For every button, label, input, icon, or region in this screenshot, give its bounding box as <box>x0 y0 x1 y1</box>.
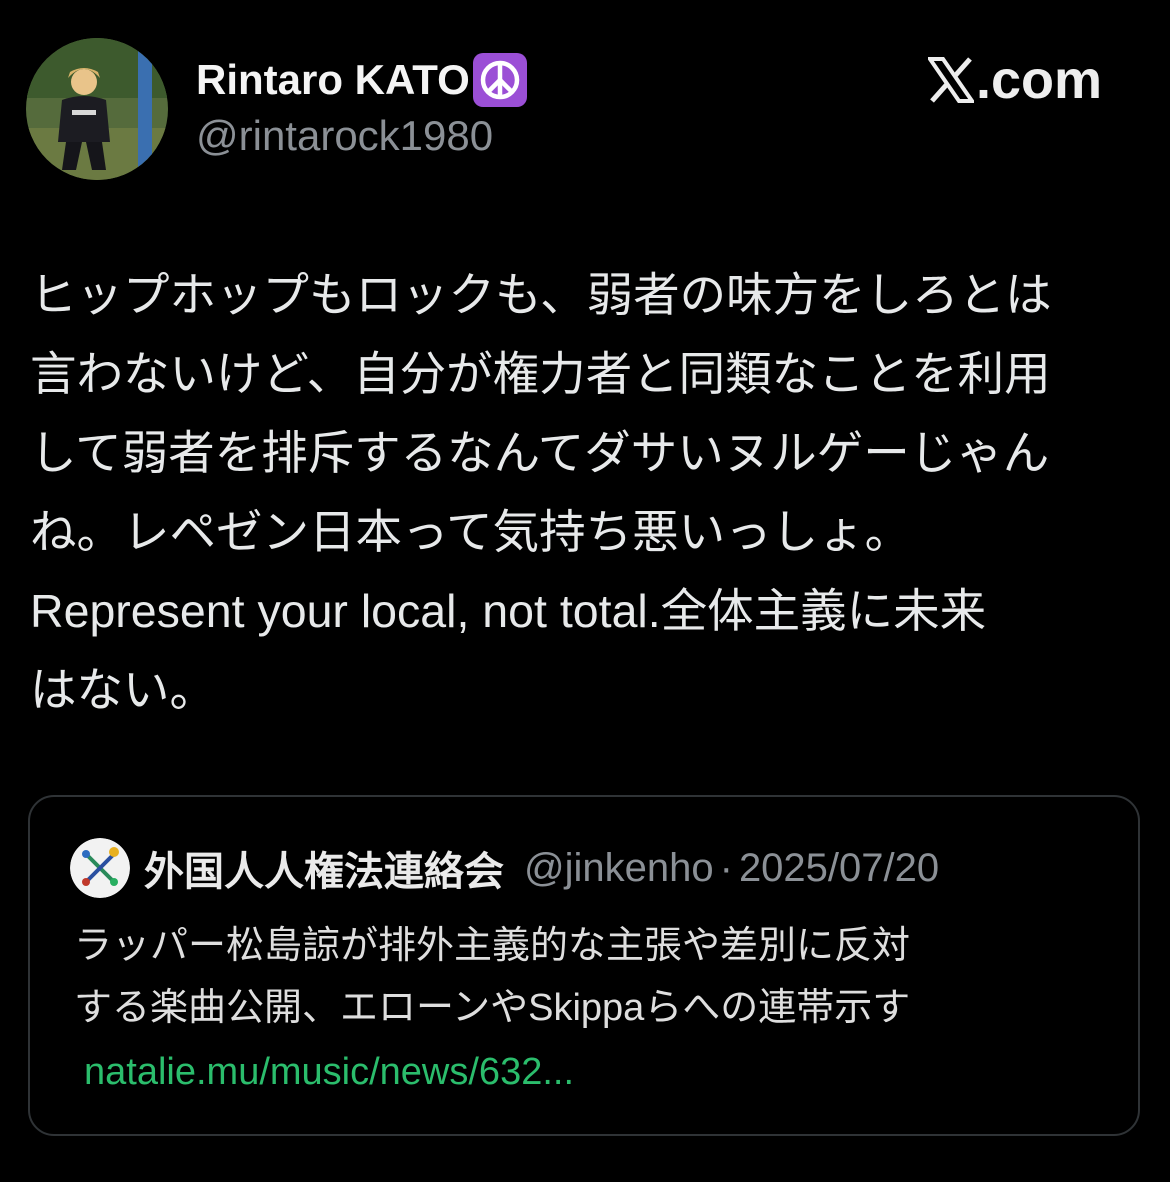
tweet-text: ヒップホップもロックも、弱者の味方をしろとは 言わないけど、自分が権力者と同類な… <box>30 269 1052 716</box>
author-display-name[interactable]: Rintaro KATO <box>196 56 470 104</box>
quoted-tweet-text: ラッパー松島諒が排外主義的な主張や差別に反対 する楽曲公開、エローンやSkipp… <box>74 925 911 1029</box>
quoted-author-handle[interactable]: @jinkenho <box>524 846 714 891</box>
organization-logo-icon[interactable] <box>70 838 130 898</box>
quoted-tweet-header: 外国人人権法連絡会 @jinkenho · 2025/07/20 <box>70 838 939 898</box>
author-avatar[interactable] <box>26 38 168 180</box>
quoted-tweet-card[interactable]: 外国人人権法連絡会 @jinkenho · 2025/07/20 ラッパー松島諒… <box>28 795 1140 1136</box>
author-handle[interactable]: @rintarock1980 <box>196 112 493 160</box>
site-logo: .com <box>927 50 1102 110</box>
site-logo-label: .com <box>975 50 1102 110</box>
quoted-author-name[interactable]: 外国人人権法連絡会 <box>144 839 504 897</box>
x-logo-icon <box>927 57 974 103</box>
quoted-tweet-link[interactable]: natalie.mu/music/news/632... <box>84 1041 574 1103</box>
quoted-tweet-date[interactable]: 2025/07/20 <box>739 846 939 891</box>
author-display-name-row[interactable]: Rintaro KATO <box>196 52 528 108</box>
separator-dot: · <box>719 845 733 890</box>
peace-symbol-icon <box>472 52 528 108</box>
